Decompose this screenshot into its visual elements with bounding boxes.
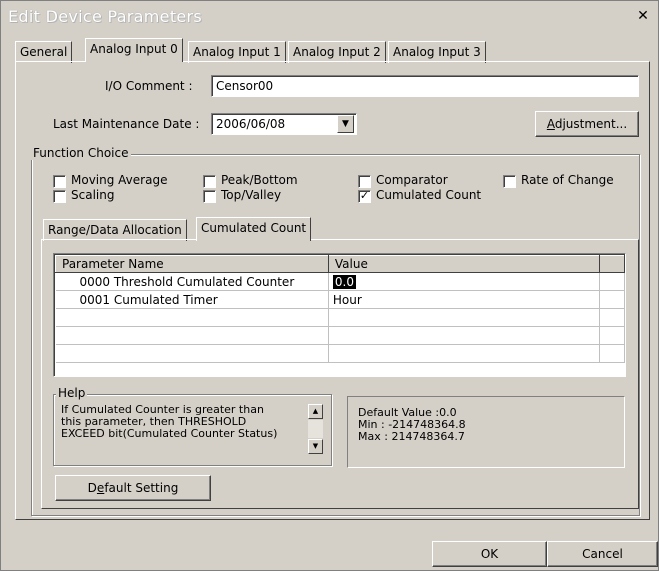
io-comment-input[interactable]: Censor00 (211, 75, 639, 97)
column-header-value[interactable]: Value (327, 255, 601, 273)
tab-label: Range/Data Allocation (48, 223, 182, 237)
chevron-down-icon[interactable]: ▼ (337, 115, 354, 133)
table-row[interactable] (55, 344, 625, 363)
comparator-label: Comparator (376, 173, 448, 187)
scroll-up-icon[interactable]: ▲ (308, 404, 323, 419)
tab-analog-input-3[interactable]: Analog Input 3 (388, 41, 486, 63)
peak-bottom-label: Peak/Bottom (221, 173, 298, 187)
maintenance-date-combo[interactable]: 2006/06/08 (211, 113, 357, 135)
empty-cell (55, 326, 329, 345)
top-valley-label: Top/Valley (221, 188, 282, 202)
max-value-text: Max : 214748364.7 (358, 430, 465, 443)
empty-cell (55, 344, 329, 363)
cumulated-count-label: Cumulated Count (376, 188, 482, 202)
tab-analog-input-1[interactable]: Analog Input 1 (188, 41, 286, 63)
tab-label: Analog Input 3 (393, 45, 481, 59)
scaling-checkbox[interactable] (53, 190, 66, 203)
empty-cell (328, 308, 601, 327)
rate-of-change-label: Rate of Change (521, 173, 614, 187)
parameter-value-cell[interactable]: 0.0 (328, 272, 601, 291)
moving-average-label: Moving Average (71, 173, 168, 187)
io-comment-label: I/O Comment : (105, 79, 193, 93)
default-values-box: Default Value :0.0 Min : -214748364.8 Ma… (347, 396, 625, 468)
parameter-table[interactable]: Parameter Name Value 0000 Threshold Cumu… (53, 253, 626, 377)
window-title: Edit Device Parameters (8, 7, 203, 26)
edit-device-parameters-dialog: Edit Device Parameters ✕ General Analog … (0, 0, 659, 571)
maintenance-date-label: Last Maintenance Date : (53, 117, 200, 131)
table-row[interactable] (55, 326, 625, 345)
table-row[interactable]: 0000 Threshold Cumulated Counter 0.0 (55, 272, 625, 291)
empty-cell (328, 344, 601, 363)
cancel-button[interactable]: Cancel (547, 541, 658, 567)
parameter-value-cell[interactable]: Hour (328, 290, 601, 309)
help-text: If Cumulated Counter is greater than thi… (61, 404, 303, 454)
scaling-label: Scaling (71, 188, 115, 202)
close-icon[interactable]: ✕ (635, 8, 651, 24)
empty-cell (55, 308, 329, 327)
adjustment-label-post: djustment... (554, 117, 628, 131)
tab-general[interactable]: General (15, 41, 73, 63)
empty-cell (328, 326, 601, 345)
parameter-name-cell: 0000 Threshold Cumulated Counter (55, 272, 329, 291)
table-row[interactable] (55, 308, 625, 327)
tab-label: Analog Input 1 (193, 45, 281, 59)
rate-of-change-checkbox[interactable] (503, 175, 516, 188)
default-setting-button[interactable]: Default Setting (55, 475, 211, 501)
empty-cell (599, 344, 625, 363)
maintenance-date-value: 2006/06/08 (216, 117, 286, 131)
moving-average-checkbox[interactable] (53, 175, 66, 188)
comparator-checkbox[interactable] (358, 175, 371, 188)
default-setting-label-pre: D (87, 481, 97, 495)
empty-cell (599, 290, 625, 309)
check-icon: ✓ (359, 189, 370, 202)
tab-analog-input-0[interactable]: Analog Input 0 (85, 38, 183, 62)
top-valley-checkbox[interactable] (203, 190, 216, 203)
empty-cell (599, 272, 625, 291)
peak-bottom-checkbox[interactable] (203, 175, 216, 188)
tab-label: Analog Input 2 (293, 45, 381, 59)
parameter-name-cell: 0001 Cumulated Timer (55, 290, 329, 309)
help-title: Help (56, 386, 88, 400)
help-scroll-track[interactable] (308, 420, 323, 438)
default-setting-label-post: fault Setting (104, 481, 179, 495)
selected-value: 0.0 (332, 274, 356, 289)
empty-cell (599, 326, 625, 345)
tab-range-data-allocation[interactable]: Range/Data Allocation (43, 219, 187, 241)
cumulated-count-checkbox[interactable]: ✓ (358, 190, 371, 203)
column-header-filler (599, 255, 625, 273)
scroll-down-icon[interactable]: ▼ (308, 439, 323, 454)
tab-label: General (20, 45, 68, 59)
ok-button[interactable]: OK (432, 541, 547, 567)
adjustment-button[interactable]: Adjustment... (535, 111, 639, 137)
column-header-parameter-name[interactable]: Parameter Name (55, 255, 329, 273)
adjustment-accelerator: A (546, 117, 555, 131)
title-bar[interactable]: Edit Device Parameters ✕ (2, 2, 657, 29)
tab-analog-input-2[interactable]: Analog Input 2 (288, 41, 386, 63)
tab-label: Analog Input 0 (90, 42, 178, 56)
tab-cumulated-count[interactable]: Cumulated Count (196, 217, 312, 241)
function-choice-title: Function Choice (31, 146, 131, 160)
tab-label: Cumulated Count (201, 221, 307, 235)
empty-cell (599, 308, 625, 327)
table-row[interactable]: 0001 Cumulated Timer Hour (55, 290, 625, 309)
